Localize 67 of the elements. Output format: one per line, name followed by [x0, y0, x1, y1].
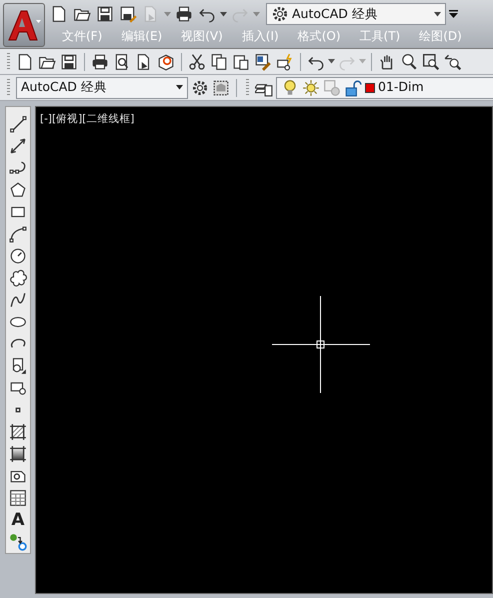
- blank-page-icon: [50, 5, 68, 23]
- menu-item[interactable]: 插入(I): [242, 28, 279, 44]
- blank-page-icon: [16, 52, 34, 70]
- text-tool-button[interactable]: A: [9, 511, 27, 529]
- toolbar-button[interactable]: [399, 52, 419, 70]
- menu-item[interactable]: 绘图(D): [419, 28, 462, 44]
- quick-access-button[interactable]: [118, 5, 138, 23]
- toolbar-button[interactable]: [90, 52, 110, 70]
- app-logo-icon: [7, 8, 41, 42]
- caret-icon[interactable]: [434, 12, 441, 16]
- line-icon[interactable]: [9, 115, 27, 133]
- menu-item[interactable]: 格式(O): [298, 28, 341, 44]
- toolbar-button[interactable]: [59, 52, 79, 70]
- toolbar-button[interactable]: [187, 52, 207, 70]
- workspace-dropdown[interactable]: AutoCAD 经典: [16, 76, 188, 98]
- circle-icon[interactable]: [9, 247, 27, 265]
- toolbar-button[interactable]: [209, 52, 229, 70]
- customize-icon[interactable]: [449, 10, 458, 18]
- printer-icon: [175, 5, 193, 23]
- workspace-value: AutoCAD 经典: [21, 78, 108, 96]
- menu-item[interactable]: 文件(F): [62, 28, 102, 44]
- floppy-pencil-icon: [119, 5, 137, 23]
- layer-color-swatch: [365, 82, 375, 92]
- workspace-dropdown[interactable]: AutoCAD 经典: [266, 3, 446, 25]
- toolbar-button[interactable]: [421, 52, 441, 70]
- menu-item[interactable]: 工具(T): [360, 28, 400, 44]
- sun-icon[interactable]: [302, 78, 320, 96]
- arc-icon[interactable]: [9, 225, 27, 243]
- window-magnifier-icon: [422, 52, 440, 70]
- globe-box-icon: [157, 52, 175, 70]
- gradient-square-icon[interactable]: [9, 445, 27, 463]
- page-magnifier-icon: [113, 52, 131, 70]
- caret-icon[interactable]: [328, 59, 335, 64]
- menu-item[interactable]: 编辑(E): [121, 28, 162, 44]
- menu-item[interactable]: 视图(V): [181, 28, 223, 44]
- layer-name: 01-Dim: [378, 78, 424, 96]
- double-arrow-icon[interactable]: [9, 137, 27, 155]
- toolbar-button[interactable]: [253, 52, 273, 70]
- lightning-block-icon: [276, 52, 294, 70]
- layer-dropdown[interactable]: 01-Dim: [276, 76, 493, 98]
- copy-icon: [210, 52, 228, 70]
- gear-icon[interactable]: [271, 5, 289, 23]
- toolbar-button[interactable]: [231, 52, 251, 70]
- cloud-icon[interactable]: [9, 269, 27, 287]
- printer-icon: [91, 52, 109, 70]
- scissors-icon: [188, 52, 206, 70]
- quick-access-button[interactable]: [95, 5, 115, 23]
- app-menu-button[interactable]: [3, 3, 45, 47]
- paste-icon: [232, 52, 250, 70]
- quick-access-button[interactable]: [174, 5, 194, 23]
- padlock-icon[interactable]: [344, 78, 362, 96]
- magnifier-icon: [400, 52, 418, 70]
- back-magnifier-icon: [444, 52, 462, 70]
- house-square-icon[interactable]: [212, 78, 230, 96]
- toolbar-button[interactable]: [443, 52, 463, 70]
- curve-icon[interactable]: [9, 291, 27, 309]
- workspace-value: AutoCAD 经典: [292, 4, 379, 23]
- toolbar-button[interactable]: [156, 52, 176, 70]
- viewport-label[interactable]: [-][俯视][二维线框]: [40, 112, 134, 128]
- paintbrush-icon: [254, 52, 272, 70]
- pentagon-icon[interactable]: [9, 181, 27, 199]
- hatch-icon[interactable]: [9, 423, 27, 441]
- caret-icon[interactable]: [176, 85, 183, 90]
- caret-icon[interactable]: [220, 12, 227, 16]
- dots-arrow-icon[interactable]: [9, 533, 27, 551]
- gear-icon[interactable]: [191, 78, 209, 96]
- table-icon[interactable]: [9, 489, 27, 507]
